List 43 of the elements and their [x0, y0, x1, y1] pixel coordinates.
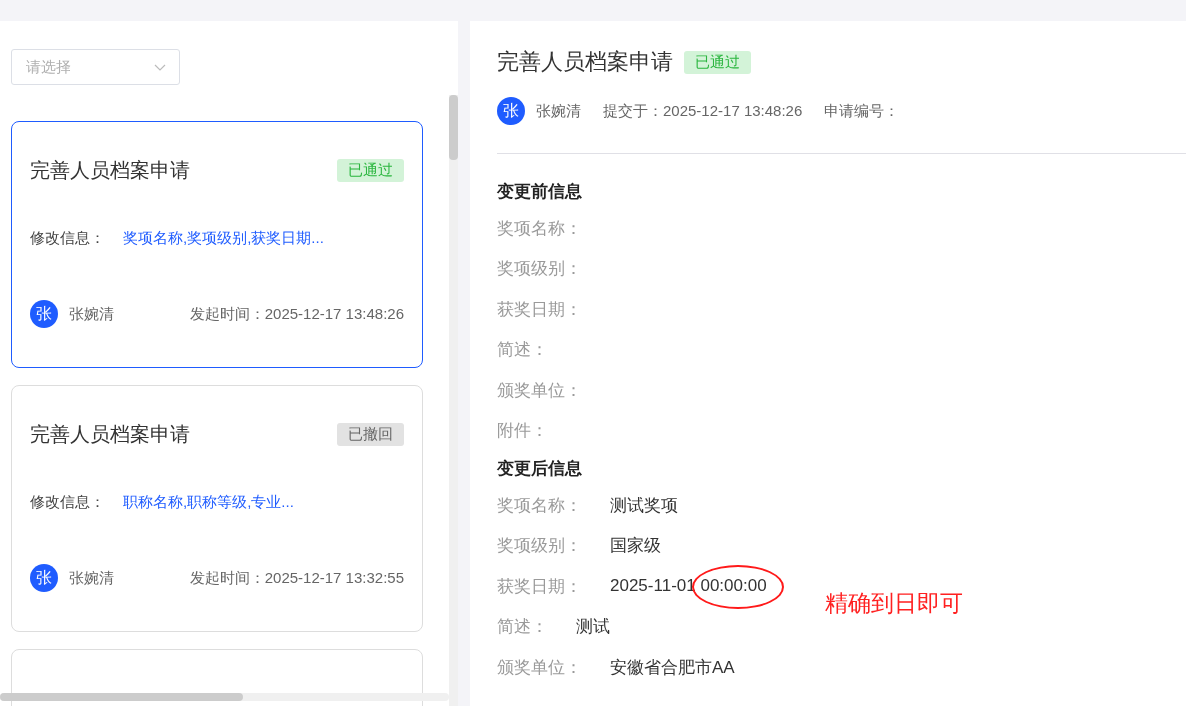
- field-label: 颁奖单位：: [497, 379, 582, 402]
- field-label: 简述：: [497, 339, 548, 362]
- field-value: 安徽省合肥市AA: [610, 656, 735, 679]
- info-value: 职称名称,职称等级,专业...: [123, 493, 294, 512]
- application-card[interactable]: 完善人员档案申请 已撤回 修改信息： 职称名称,职称等级,专业... 张 张婉清 发起时间：2025-12-17 13:32:55: [11, 385, 423, 632]
- detail-title: 完善人员档案申请: [497, 48, 673, 76]
- scrollbar[interactable]: [0, 693, 449, 701]
- field-label: 附件：: [497, 420, 548, 443]
- applicant-name: 张婉清: [69, 304, 114, 324]
- status-badge: 已通过: [684, 50, 751, 74]
- avatar: 张: [30, 300, 58, 328]
- info-value: 奖项名称,奖项级别,获奖日期...: [123, 229, 324, 248]
- applicant-name: 张婉清: [69, 568, 114, 588]
- section-heading: 变更前信息: [497, 181, 583, 203]
- annotation-note: 精确到日即可: [825, 589, 963, 618]
- chevron-down-icon: [154, 63, 166, 71]
- field-value: 国家级: [610, 535, 661, 558]
- application-number-label: 申请编号：: [824, 101, 900, 121]
- field-label: 获奖日期：: [497, 575, 582, 598]
- applicant-name: 张婉清: [536, 101, 581, 121]
- field-label: 奖项名称：: [497, 217, 582, 240]
- card-title: 完善人员档案申请: [30, 158, 190, 183]
- card-title: 完善人员档案申请: [30, 422, 190, 447]
- start-time: 发起时间：2025-12-17 13:32:55: [189, 568, 404, 588]
- scrollbar[interactable]: [449, 95, 458, 706]
- field-label: 简述：: [497, 616, 548, 639]
- submitted-time: 提交于：2025-12-17 13:48:26: [603, 101, 803, 121]
- status-badge: 已撤回: [337, 423, 404, 446]
- avatar: 张: [497, 97, 525, 125]
- status-badge: 已通过: [337, 159, 404, 182]
- field-value: 测试: [576, 616, 610, 639]
- field-label: 奖项名称：: [497, 494, 582, 517]
- avatar: 张: [30, 564, 58, 592]
- field-value: 测试奖项: [610, 494, 678, 517]
- field-label: 奖项级别：: [497, 535, 582, 558]
- start-time: 发起时间：2025-12-17 13:48:26: [189, 304, 404, 324]
- field-label: 奖项级别：: [497, 258, 582, 281]
- info-label: 修改信息：: [30, 229, 105, 248]
- info-label: 修改信息：: [30, 493, 105, 512]
- field-label: 颁奖单位：: [497, 656, 582, 679]
- section-heading: 变更后信息: [497, 458, 583, 480]
- field-label: 获奖日期：: [497, 298, 582, 321]
- application-card[interactable]: 完善人员档案申请 已通过 修改信息： 奖项名称,奖项级别,获奖日期... 张 张婉清 发起时间：2025-12-17 13:48:26: [11, 121, 423, 368]
